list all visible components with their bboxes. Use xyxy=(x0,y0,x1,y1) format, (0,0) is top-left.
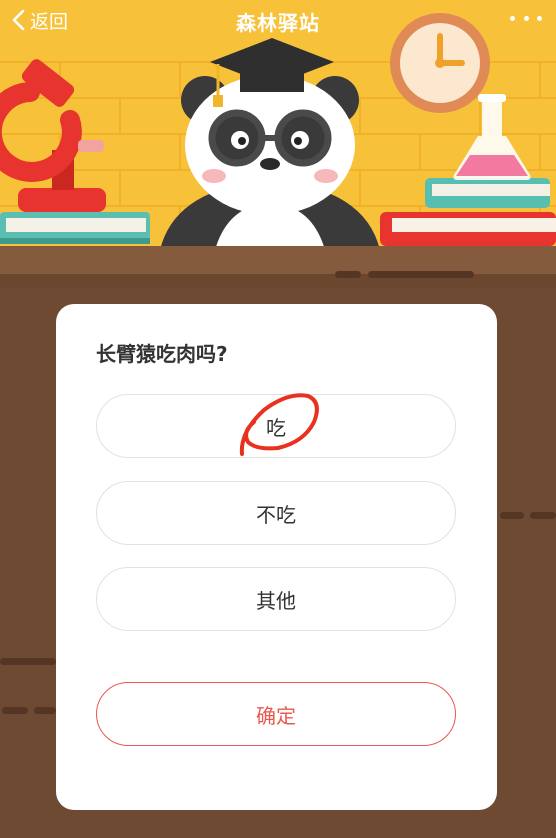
more-dot-icon xyxy=(537,15,542,21)
option-label: 其他 xyxy=(256,588,296,613)
more-dot-icon xyxy=(510,15,515,21)
confirm-label: 确定 xyxy=(256,703,296,728)
navigation-bar: 返回 森林驿站 xyxy=(0,0,556,40)
desk-groove xyxy=(0,658,56,665)
books-left-icon xyxy=(0,212,150,244)
option-button-3[interactable]: 其他 xyxy=(96,567,456,631)
question-text: 长臂猿吃肉吗? xyxy=(96,342,228,366)
desk-top xyxy=(0,246,556,288)
desk-groove xyxy=(2,707,28,714)
desk-groove xyxy=(335,271,361,278)
quiz-card: 长臂猿吃肉吗? 吃 不吃 其他 确定 xyxy=(56,304,497,810)
more-dot-icon xyxy=(523,15,529,21)
header-illustration: 返回 森林驿站 xyxy=(0,0,556,250)
desk-groove xyxy=(530,512,556,519)
desk-groove xyxy=(34,707,56,714)
flask-icon xyxy=(453,94,531,180)
option-button-2[interactable]: 不吃 xyxy=(96,481,456,545)
books-right-icon xyxy=(380,178,556,246)
desk-groove xyxy=(500,512,524,519)
panda-teacher-icon xyxy=(160,38,380,250)
more-options-button[interactable] xyxy=(510,6,542,30)
desk-groove xyxy=(368,271,474,278)
page-title: 森林驿站 xyxy=(236,11,320,35)
option-label: 吃 xyxy=(266,415,286,440)
microscope-icon xyxy=(0,59,106,212)
option-label: 不吃 xyxy=(256,502,296,527)
confirm-button[interactable]: 确定 xyxy=(96,682,456,746)
option-button-1[interactable]: 吃 xyxy=(96,394,456,458)
